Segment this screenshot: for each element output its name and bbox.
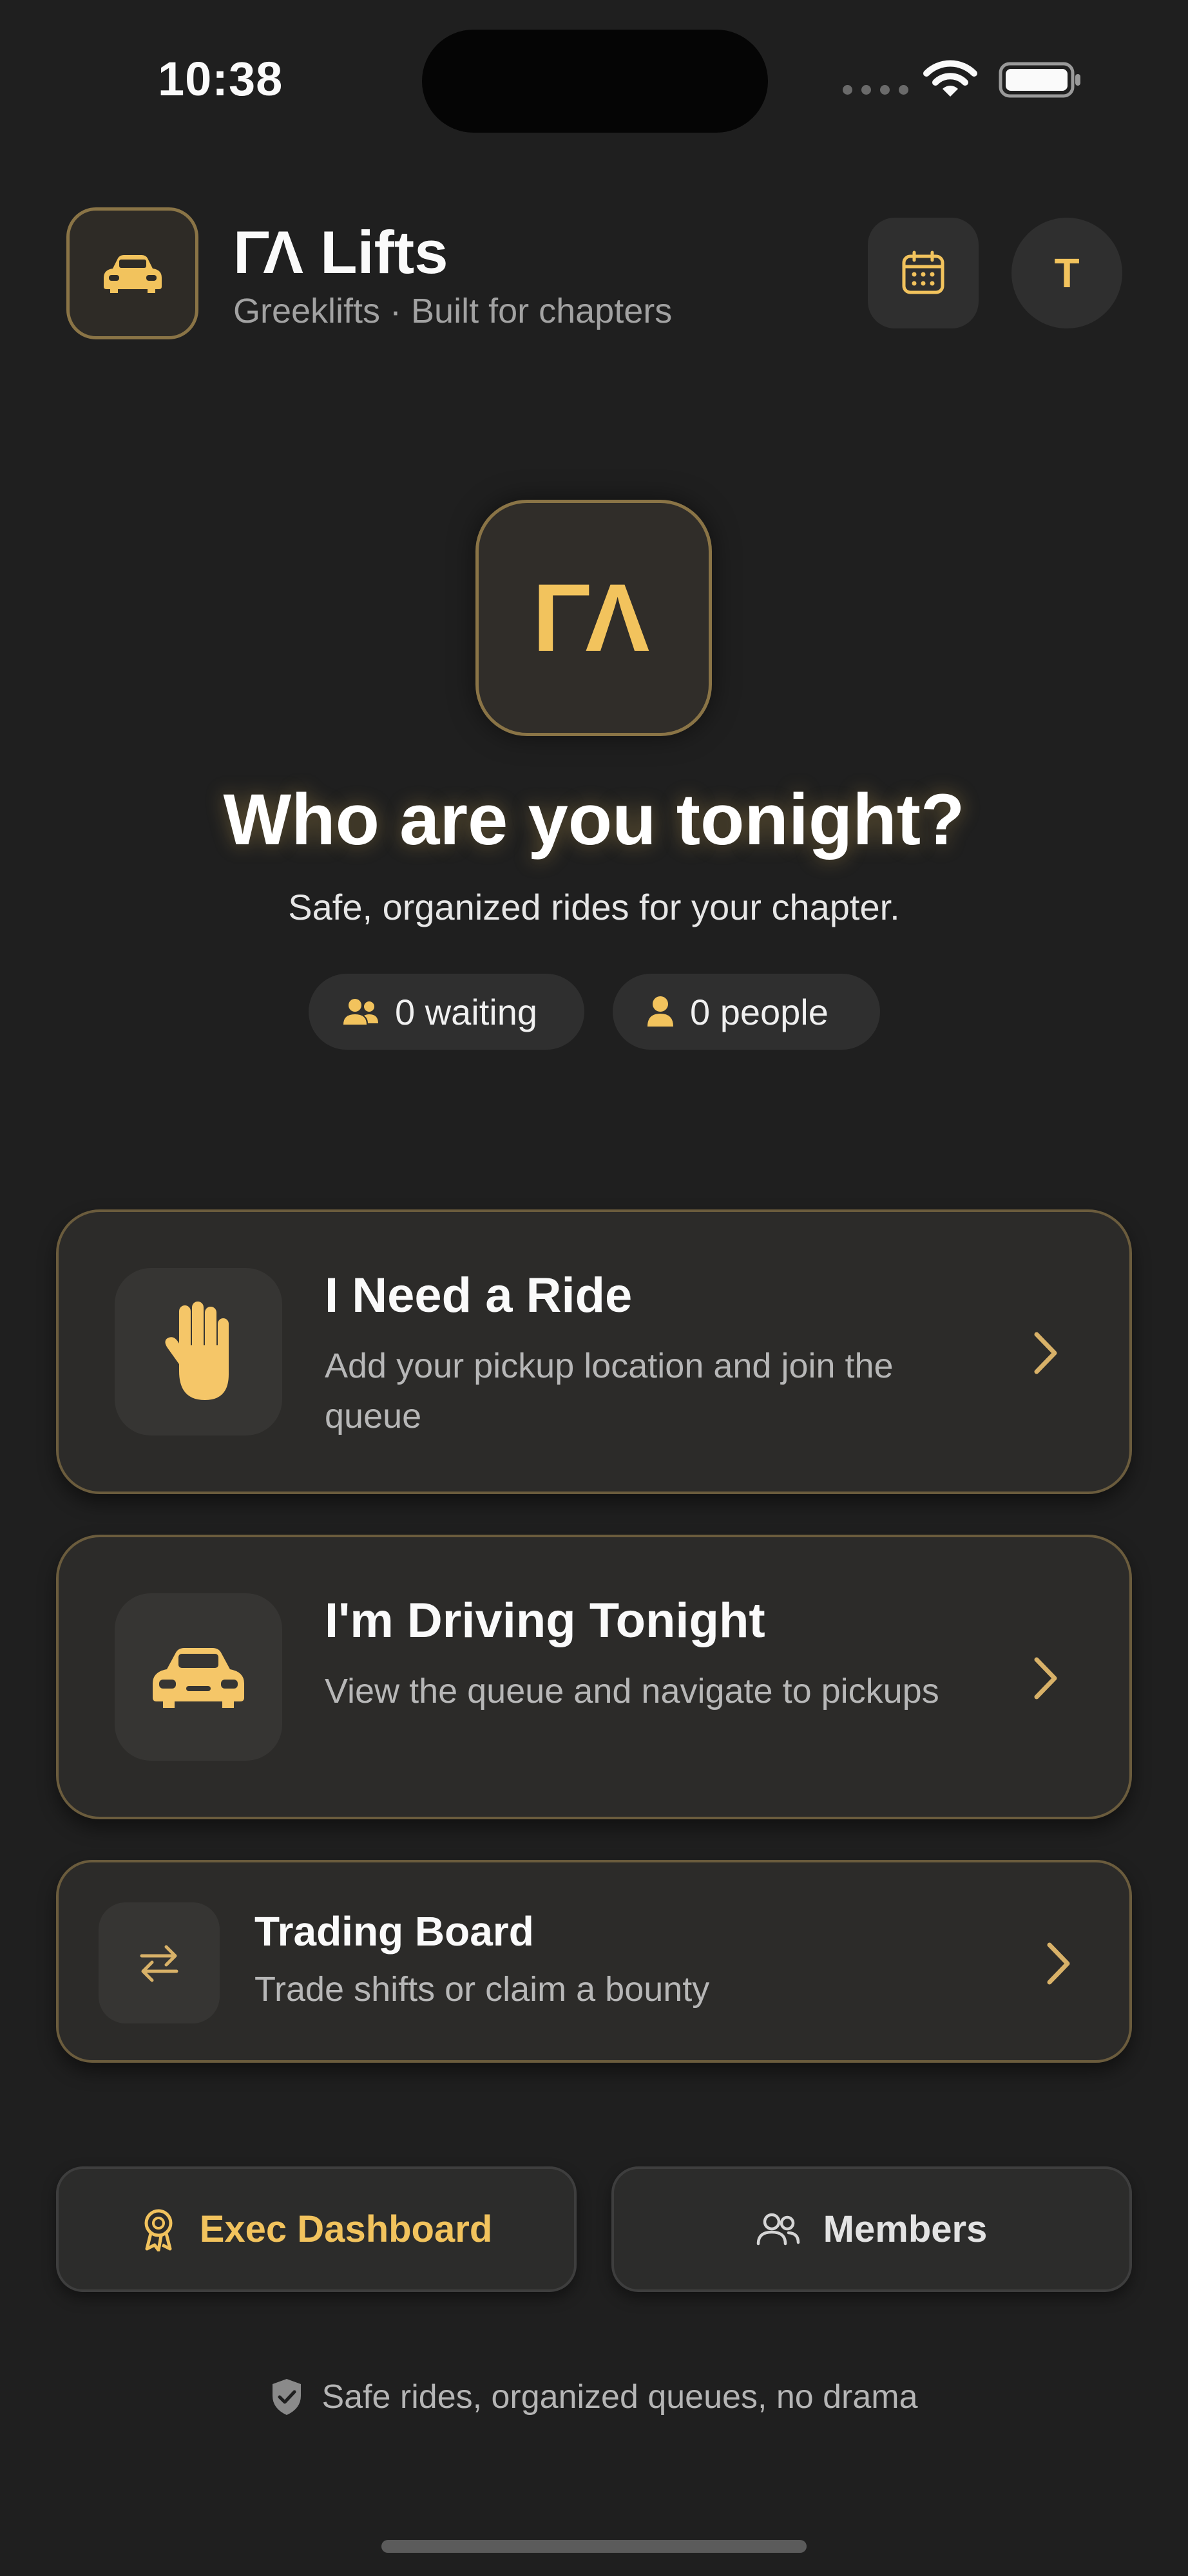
waiting-count: 0 waiting <box>395 991 538 1032</box>
avatar[interactable]: T <box>1011 218 1122 328</box>
shield-check-icon <box>273 2379 302 2415</box>
users-icon <box>343 999 378 1025</box>
footer-text: Safe rides, organized queues, no drama <box>321 2378 918 2416</box>
members-label: Members <box>823 2208 988 2250</box>
driving-tonight-card[interactable]: I'm Driving Tonight View the queue and n… <box>56 1535 1132 1819</box>
signal-icon <box>843 85 908 95</box>
award-icon <box>144 2209 173 2251</box>
app-title: ΓΛ Lifts <box>233 218 448 286</box>
hero-logo-text: ΓΛ <box>532 564 655 672</box>
calendar-button[interactable] <box>868 218 979 328</box>
app-subtitle: Greeklifts · Built for chapters <box>233 292 673 330</box>
page-title: Who are you tonight? <box>223 779 965 860</box>
chevron-right-icon <box>1034 1332 1057 1374</box>
page-subtitle: Safe, organized rides for your chapter. <box>288 887 900 927</box>
avatar-initial: T <box>1054 250 1080 296</box>
calendar-icon <box>902 251 944 294</box>
dynamic-island <box>422 30 768 133</box>
status-time: 10:38 <box>158 52 283 106</box>
driving-tonight-title: I'm Driving Tonight <box>325 1593 765 1648</box>
need-ride-icon-box <box>115 1268 282 1435</box>
people-count: 0 people <box>690 991 829 1032</box>
chevron-right-icon <box>1047 1942 1070 1985</box>
user-icon <box>647 996 673 1027</box>
car-icon <box>103 254 162 293</box>
exec-dashboard-label: Exec Dashboard <box>199 2208 493 2250</box>
need-ride-description: Add your pickup location and join the qu… <box>325 1347 894 1435</box>
hand-icon <box>165 1302 229 1400</box>
driving-icon-box <box>115 1593 282 1761</box>
people-count-badge: 0 people <box>613 974 880 1050</box>
members-icon <box>756 2213 800 2245</box>
need-ride-title: I Need a Ride <box>325 1268 633 1323</box>
home-indicator[interactable] <box>381 2540 807 2553</box>
trading-board-description: Trade shifts or claim a bounty <box>254 1970 710 2009</box>
waiting-count-badge: 0 waiting <box>309 974 584 1050</box>
footer-note: Safe rides, organized queues, no drama <box>0 2378 1188 2416</box>
exec-dashboard-button[interactable]: Exec Dashboard <box>56 2166 577 2292</box>
battery-icon <box>999 62 1080 98</box>
driving-tonight-description: View the queue and navigate to pickups <box>325 1672 939 1710</box>
trading-icon-box <box>99 1902 220 2023</box>
hero-logo: ΓΛ <box>475 500 712 736</box>
chevron-right-icon <box>1034 1657 1057 1700</box>
swap-icon <box>140 1945 178 1982</box>
car-icon <box>153 1648 244 1708</box>
app-logo <box>66 207 198 339</box>
trading-board-card[interactable]: Trading Board Trade shifts or claim a bo… <box>56 1860 1132 2063</box>
wifi-icon <box>923 60 977 97</box>
members-button[interactable]: Members <box>611 2166 1132 2292</box>
need-ride-card[interactable]: I Need a Ride Add your pickup location a… <box>56 1209 1132 1494</box>
trading-board-title: Trading Board <box>254 1908 534 1955</box>
